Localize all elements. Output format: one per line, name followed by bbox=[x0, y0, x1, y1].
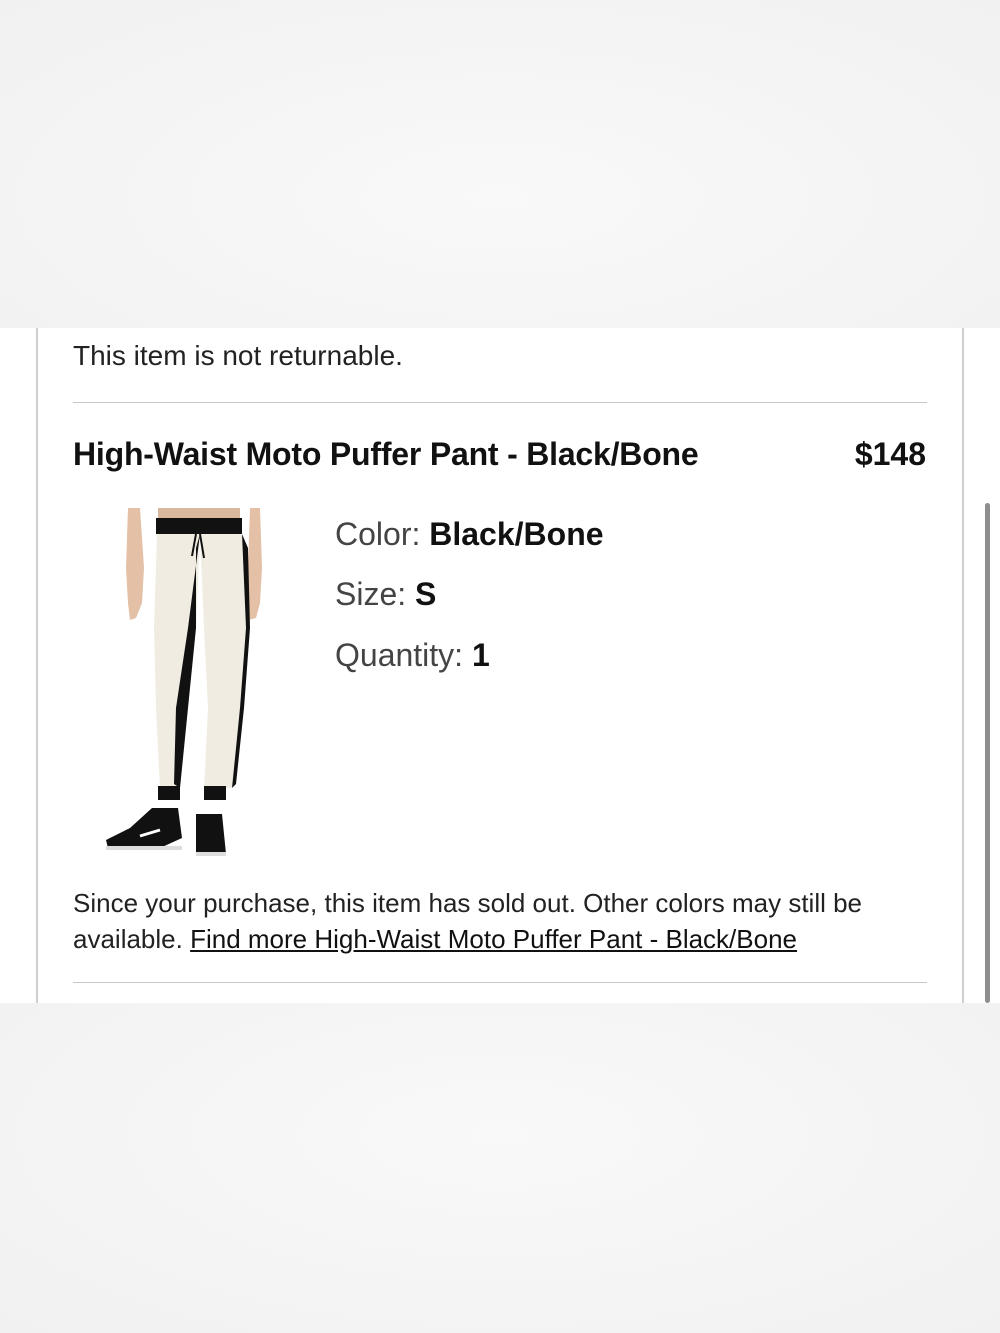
product-title: High-Waist Moto Puffer Pant - Black/Bone bbox=[73, 436, 699, 472]
color-value: Black/Bone bbox=[429, 516, 604, 552]
right-sneaker bbox=[196, 814, 226, 854]
quantity-value: 1 bbox=[471, 637, 490, 673]
pant-waistband bbox=[156, 518, 242, 534]
card-border-left bbox=[36, 328, 38, 1003]
return-policy-note: This item is not returnable. bbox=[73, 340, 403, 371]
model-left-arm bbox=[126, 508, 144, 620]
quantity-label: Quantity: bbox=[335, 637, 464, 673]
blurred-background-bottom bbox=[0, 1003, 1000, 1333]
pant-left-cuff bbox=[158, 786, 180, 800]
product-price: $148 bbox=[854, 436, 926, 472]
product-image[interactable] bbox=[100, 508, 265, 860]
size-attribute: Size: S bbox=[335, 576, 436, 613]
scrollbar[interactable] bbox=[985, 503, 990, 1003]
left-sneaker-sole bbox=[106, 846, 182, 850]
order-item-card: This item is not returnable. High-Waist … bbox=[0, 328, 1000, 1003]
card-border-right bbox=[962, 328, 964, 1003]
blurred-background-top bbox=[0, 0, 1000, 328]
color-attribute: Color: Black/Bone bbox=[335, 516, 604, 553]
divider bbox=[73, 402, 927, 403]
size-value: S bbox=[415, 576, 437, 612]
right-sneaker-sole bbox=[196, 852, 226, 856]
soldout-message: Since your purchase, this item has sold … bbox=[73, 885, 933, 957]
pant-right-cuff bbox=[204, 786, 226, 800]
find-more-link[interactable]: Find more High-Waist Moto Puffer Pant - … bbox=[190, 924, 797, 954]
quantity-attribute: Quantity: 1 bbox=[335, 637, 490, 674]
model-torso bbox=[158, 508, 240, 518]
divider bbox=[73, 982, 927, 983]
screenshot-root: This item is not returnable. High-Waist … bbox=[0, 0, 1000, 1333]
size-label: Size: bbox=[335, 576, 407, 612]
color-label: Color: bbox=[335, 516, 421, 552]
left-sneaker bbox=[106, 808, 182, 848]
